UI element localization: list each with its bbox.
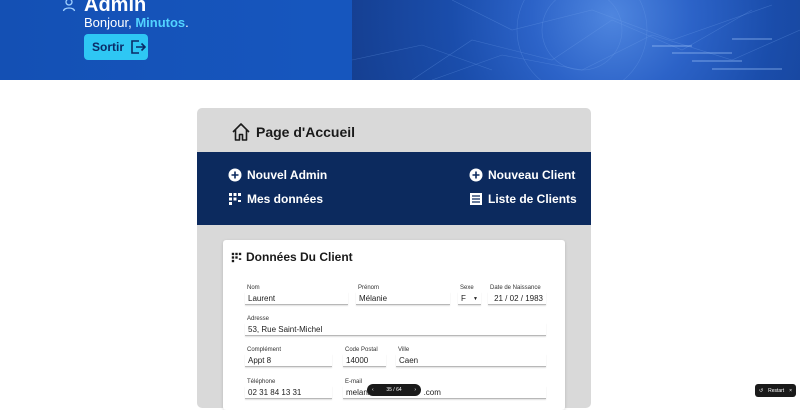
field-ville-label: Ville <box>398 347 410 353</box>
grid-dots-icon <box>231 252 242 262</box>
nav-my-data-label: Mes données <box>247 192 324 206</box>
field-telephone: Téléphone 02 31 84 13 31 <box>245 379 332 401</box>
field-telephone-label: Téléphone <box>247 379 276 385</box>
chevron-left-icon[interactable]: ‹ <box>372 387 374 393</box>
field-sexe: Sexe F ▼ <box>458 285 481 307</box>
navigation-band <box>197 152 591 225</box>
user-icon <box>62 0 76 12</box>
naissance-input[interactable]: 21 / 02 / 1983 <box>488 292 546 305</box>
field-adresse: Adresse 53, Rue Saint-Michel <box>245 316 546 338</box>
field-naissance-label: Date de Naissance <box>490 285 541 291</box>
nav-new-client[interactable]: Nouveau Client <box>469 168 575 182</box>
logout-label: Sortir <box>92 40 125 54</box>
plus-circle-icon <box>228 168 242 182</box>
field-code-postal: Code Postal 14000 <box>343 347 386 369</box>
logout-button[interactable]: Sortir <box>84 34 148 60</box>
greeting-suffix: . <box>185 15 189 30</box>
field-adresse-label: Adresse <box>247 316 270 322</box>
home-link[interactable]: Page d'Accueil <box>231 120 355 144</box>
complement-input[interactable]: Appt 8 <box>245 354 332 367</box>
field-complement: Complément Appt 8 <box>245 347 332 369</box>
telephone-input[interactable]: 02 31 84 13 31 <box>245 386 332 399</box>
grid-dots-icon <box>229 193 241 205</box>
ville-input[interactable]: Caen <box>396 354 546 367</box>
close-icon[interactable]: × <box>789 388 792 394</box>
card-title: Données Du Client <box>246 250 353 264</box>
field-nom: Nom Laurent <box>245 285 348 307</box>
plus-circle-icon <box>469 168 483 182</box>
circuit-pattern <box>352 0 800 80</box>
greeting-prefix: Bonjour, <box>84 15 136 30</box>
field-email-label: E-mail <box>345 379 363 385</box>
pager-text: 35 / 64 <box>386 387 402 393</box>
greeting-text: Bonjour, Minutos. <box>84 15 189 30</box>
nav-client-list[interactable]: Liste de Clients <box>469 192 577 206</box>
nav-my-data[interactable]: Mes données <box>228 192 323 206</box>
home-icon <box>232 123 250 141</box>
prenom-input[interactable]: Mélanie <box>356 292 450 305</box>
field-ville: Ville Caen <box>396 347 546 369</box>
email-value-end: .com <box>423 388 441 397</box>
restart-icon: ↺ <box>759 387 764 394</box>
home-label: Page d'Accueil <box>256 124 356 140</box>
header-background-image <box>352 0 800 80</box>
code-postal-input[interactable]: 14000 <box>343 354 386 367</box>
nav-new-client-label: Nouveau Client <box>488 168 576 182</box>
field-sexe-label: Sexe <box>460 285 474 291</box>
restart-button[interactable]: ↺ Restart × <box>755 384 796 397</box>
restart-label: Restart <box>768 387 785 394</box>
field-nom-label: Nom <box>247 285 260 291</box>
pager-control: ‹ 35 / 64 › <box>367 384 421 396</box>
field-prenom-label: Prénom <box>358 285 380 291</box>
card-header: Données Du Client <box>231 250 353 264</box>
chevron-right-icon[interactable]: › <box>414 387 416 393</box>
logout-icon <box>131 40 147 54</box>
nav-client-list-label: Liste de Clients <box>488 192 577 206</box>
nav-new-admin[interactable]: Nouvel Admin <box>228 168 327 182</box>
nom-input[interactable]: Laurent <box>245 292 348 305</box>
list-icon <box>470 193 482 205</box>
nav-new-admin-label: Nouvel Admin <box>247 168 328 182</box>
field-code-postal-label: Code Postal <box>345 347 378 353</box>
adresse-input[interactable]: 53, Rue Saint-Michel <box>245 323 546 336</box>
username: Minutos <box>135 15 186 30</box>
field-naissance: Date de Naissance 21 / 02 / 1983 <box>488 285 546 307</box>
caret-down-icon: ▼ <box>473 296 478 302</box>
field-prenom: Prénom Mélanie <box>356 285 450 307</box>
field-complement-label: Complément <box>247 347 282 353</box>
